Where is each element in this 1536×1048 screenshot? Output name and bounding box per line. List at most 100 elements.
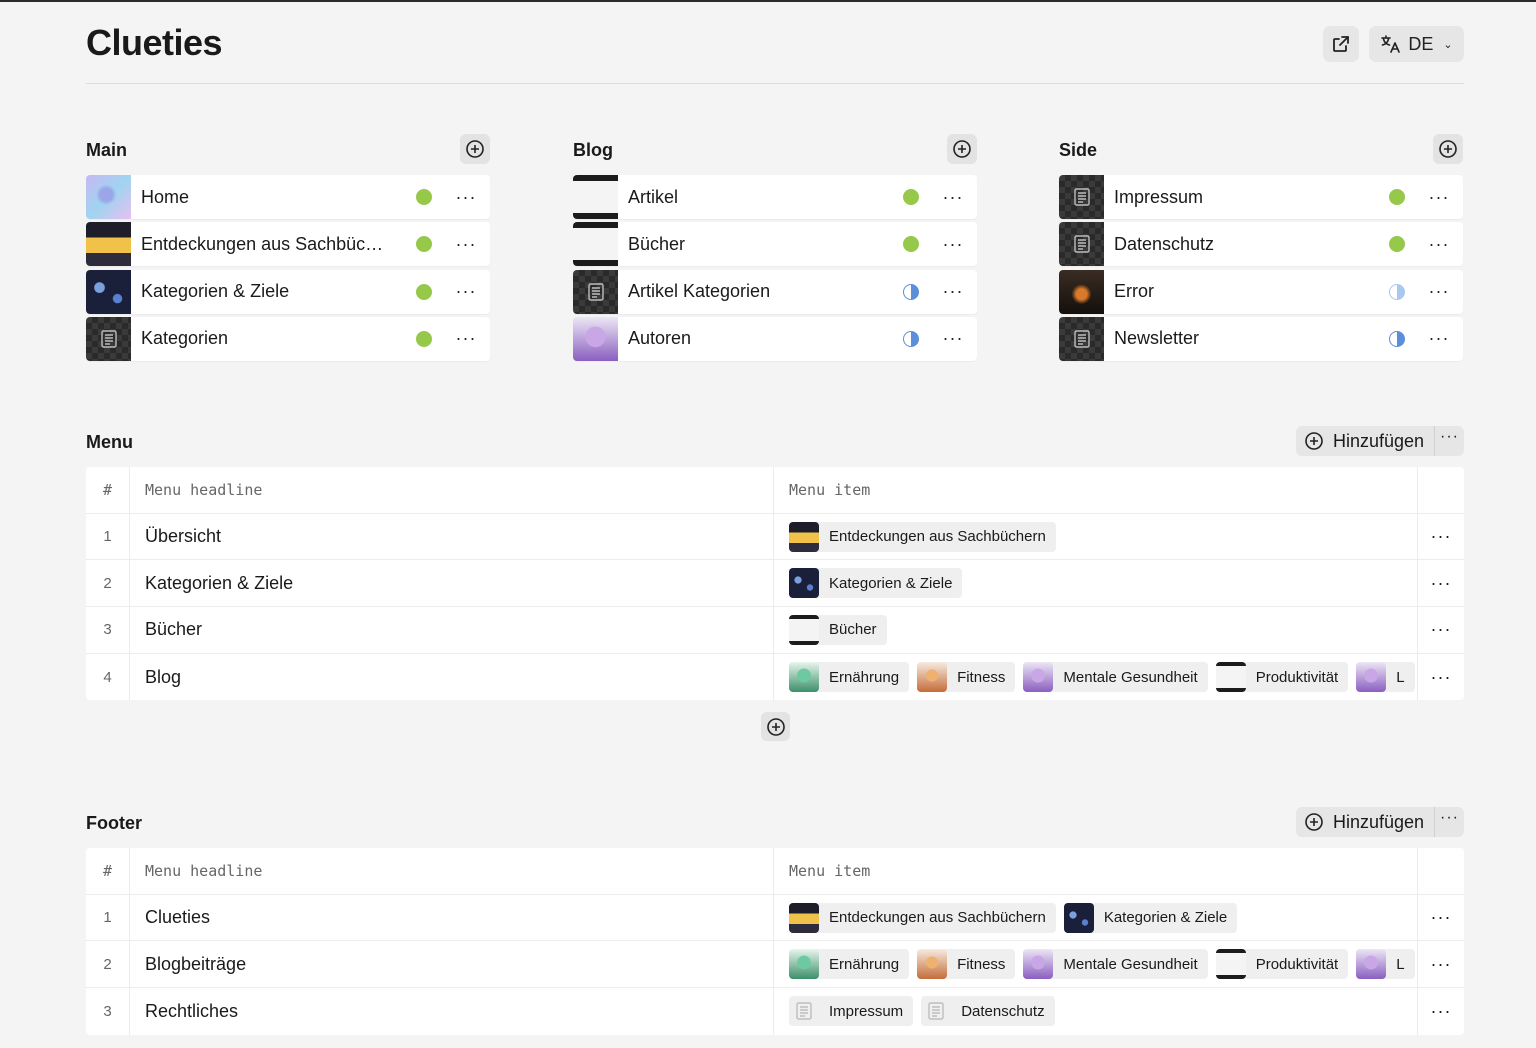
- chip-label: Kategorien & Ziele: [829, 574, 953, 592]
- menu-item-chip[interactable]: Ernährung: [789, 949, 910, 980]
- menu-items-cell: Ernährung Fitness Mentale Gesundheit Produk…: [774, 653, 1418, 701]
- more-options-icon[interactable]: ···: [1418, 654, 1464, 701]
- chip-thumbnail: [789, 949, 819, 980]
- page-thumbnail: [573, 222, 618, 267]
- more-options-icon[interactable]: ···: [1418, 895, 1464, 941]
- page-item[interactable]: Bücher ···: [573, 222, 977, 267]
- table-row[interactable]: 2 Kategorien & Ziele Kategorien & Ziele ···: [86, 560, 1464, 608]
- open-external-button[interactable]: [1323, 26, 1359, 62]
- column-header: #: [86, 467, 130, 513]
- more-options-icon[interactable]: ···: [452, 183, 480, 211]
- page-item[interactable]: Artikel ···: [573, 175, 977, 219]
- menu-headline[interactable]: Kategorien & Ziele: [130, 560, 774, 607]
- menu-item-chip[interactable]: Bücher: [789, 614, 887, 645]
- chip-thumbnail: [1356, 949, 1387, 980]
- page-item[interactable]: Home ···: [86, 175, 490, 219]
- page-item[interactable]: Kategorien & Ziele ···: [86, 269, 490, 314]
- page-thumbnail: [1059, 316, 1104, 361]
- more-options-icon[interactable]: ···: [939, 230, 967, 258]
- table-row[interactable]: 3 Rechtliches Impressum Datenschutz ···: [86, 988, 1464, 1035]
- page-item[interactable]: Newsletter ···: [1059, 316, 1463, 361]
- more-options-icon[interactable]: ···: [1418, 941, 1464, 987]
- status-indicator: [416, 283, 432, 300]
- footer-add-button[interactable]: Hinzufügen ···: [1296, 807, 1464, 837]
- status-indicator: [903, 283, 919, 300]
- menu-item-chip[interactable]: Mentale Gesundheit: [1023, 662, 1208, 693]
- group-header: Blog: [573, 134, 977, 166]
- row-number: 1: [86, 513, 130, 560]
- more-options-icon[interactable]: ···: [1425, 325, 1453, 353]
- chip-label: L: [1396, 955, 1405, 973]
- plus-circle-icon: [466, 140, 484, 158]
- more-options-icon[interactable]: ···: [939, 325, 967, 353]
- menu-item-chip[interactable]: Ernährung: [789, 662, 910, 693]
- page-item[interactable]: Entdeckungen aus Sachbüchern ···: [86, 222, 490, 267]
- more-options-icon[interactable]: ···: [1418, 560, 1464, 606]
- more-options-icon[interactable]: ···: [939, 183, 967, 211]
- menu-headline[interactable]: Blogbeiträge: [130, 941, 774, 988]
- menu-item-chip[interactable]: Datenschutz: [921, 996, 1055, 1027]
- page-item[interactable]: Error ···: [1059, 269, 1463, 314]
- chip-thumbnail: [1215, 662, 1246, 693]
- add-page-button[interactable]: [947, 134, 977, 164]
- menu-item-chip[interactable]: Produktivität: [1215, 949, 1349, 980]
- more-options-icon[interactable]: ···: [1425, 230, 1453, 258]
- add-menu-row-button[interactable]: [761, 712, 790, 741]
- page-list: Impressum ··· Datenschutz ··· Error ··· Newsle…: [1059, 175, 1463, 361]
- page-item[interactable]: Autoren ···: [573, 316, 977, 361]
- more-options-icon[interactable]: ···: [1418, 514, 1464, 560]
- table-row[interactable]: 3 Bücher Bücher ···: [86, 607, 1464, 654]
- more-options-icon[interactable]: ···: [939, 278, 967, 306]
- menu-item-chip[interactable]: Kategorien & Ziele: [1063, 902, 1238, 933]
- chip-label: Mentale Gesundheit: [1063, 668, 1198, 686]
- chip-label: Entdeckungen aus Sachbüchern: [829, 909, 1046, 927]
- page-item[interactable]: Datenschutz ···: [1059, 222, 1463, 267]
- page-thumbnail: [86, 269, 131, 314]
- menu-item-chip[interactable]: L: [1356, 662, 1415, 693]
- chip-thumbnail: [789, 902, 819, 933]
- more-options-icon[interactable]: ···: [1418, 607, 1464, 653]
- menu-add-button[interactable]: Hinzufügen ···: [1296, 426, 1464, 456]
- table-row[interactable]: 4 Blog Ernährung Fitness Mentale Gesundheit P…: [86, 653, 1464, 701]
- more-options-icon[interactable]: ···: [1425, 183, 1453, 211]
- more-options-icon[interactable]: ···: [452, 278, 480, 306]
- add-page-button[interactable]: [460, 134, 490, 164]
- chip-thumbnail: [1356, 662, 1387, 693]
- page-item[interactable]: Impressum ···: [1059, 175, 1463, 219]
- more-options-icon[interactable]: ···: [452, 325, 480, 353]
- menu-item-chip[interactable]: Impressum: [789, 996, 914, 1027]
- page-thumbnail: [1059, 175, 1104, 219]
- menu-headline[interactable]: Blog: [130, 653, 774, 701]
- add-page-button[interactable]: [1433, 134, 1463, 164]
- more-options-icon[interactable]: ···: [1440, 809, 1459, 827]
- page-item[interactable]: Artikel Kategorien ···: [573, 269, 977, 314]
- more-options-icon[interactable]: ···: [1440, 428, 1459, 446]
- menu-headline[interactable]: Bücher: [130, 607, 774, 653]
- page-list: Artikel ··· Bücher ··· Artikel Kategorien ···…: [573, 175, 977, 361]
- menu-items-cell: Kategorien & Ziele: [774, 560, 1418, 607]
- more-options-icon[interactable]: ···: [1418, 988, 1464, 1035]
- menu-item-chip[interactable]: Entdeckungen aus Sachbüchern: [789, 521, 1056, 552]
- table-row[interactable]: 2 Blogbeiträge Ernährung Fitness Mentale Ges…: [86, 941, 1464, 989]
- more-options-icon[interactable]: ···: [452, 230, 480, 258]
- chip-label: Impressum: [829, 1002, 904, 1020]
- menu-item-chip[interactable]: Fitness: [917, 662, 1016, 693]
- menu-item-chip[interactable]: Produktivität: [1215, 662, 1349, 693]
- table-row[interactable]: 1 Clueties Entdeckungen aus Sachbüchern Kat…: [86, 894, 1464, 942]
- menu-item-chip[interactable]: L: [1356, 949, 1415, 980]
- menu-item-chip[interactable]: Entdeckungen aus Sachbüchern: [789, 902, 1056, 933]
- menu-headline[interactable]: Clueties: [130, 894, 774, 941]
- more-options-icon[interactable]: ···: [1425, 278, 1453, 306]
- menu-item-chip[interactable]: Mentale Gesundheit: [1023, 949, 1208, 980]
- chip-thumbnail: [789, 996, 819, 1026]
- page-label: Kategorien & Ziele: [141, 281, 290, 302]
- menu-item-chip[interactable]: Fitness: [917, 949, 1016, 980]
- menu-headline[interactable]: Übersicht: [130, 513, 774, 560]
- page-thumbnail: [1059, 222, 1104, 267]
- status-indicator: [903, 330, 919, 347]
- menu-item-chip[interactable]: Kategorien & Ziele: [789, 568, 963, 599]
- table-row[interactable]: 1 Übersicht Entdeckungen aus Sachbüchern ··…: [86, 513, 1464, 561]
- page-item[interactable]: Kategorien ···: [86, 316, 490, 361]
- menu-headline[interactable]: Rechtliches: [130, 988, 774, 1035]
- language-select[interactable]: DE ⌄: [1369, 26, 1464, 62]
